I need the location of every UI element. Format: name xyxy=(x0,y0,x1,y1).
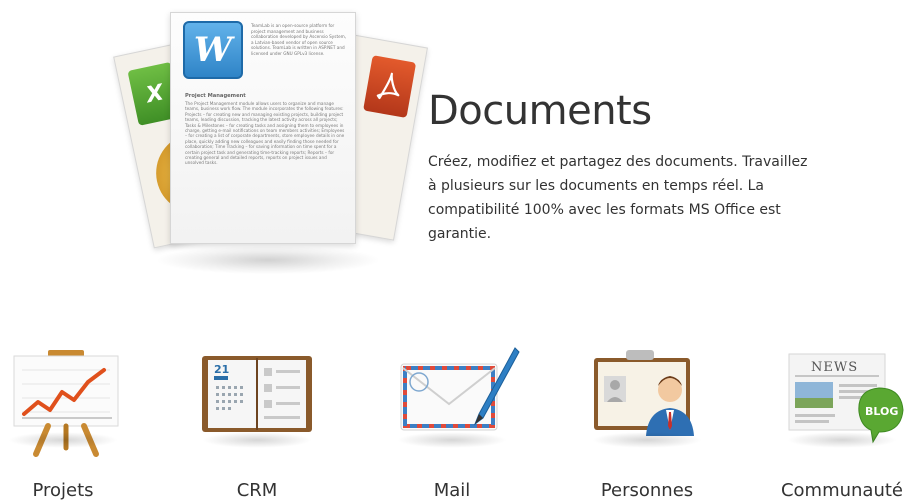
icon-shadow xyxy=(202,432,312,448)
pdf-glyph xyxy=(376,72,400,100)
feature-label-mail: Mail xyxy=(433,480,471,501)
document-intro-text: TeamLab is an open-source platform for p… xyxy=(251,23,347,56)
excel-badge-letter: X xyxy=(143,79,166,108)
document-section-heading: Project Management xyxy=(185,93,246,99)
presentation-chart-icon xyxy=(0,340,148,460)
feature-crm[interactable]: 21 CRM xyxy=(172,340,342,501)
calendar-day-number: 21 xyxy=(214,363,229,376)
feature-label-community: Communauté xyxy=(780,480,904,501)
feature-label-people: Personnes xyxy=(600,480,694,501)
feature-people[interactable]: Personnes xyxy=(562,340,732,501)
feature-projects[interactable]: Projets xyxy=(0,340,148,501)
envelope-pen-icon xyxy=(367,340,537,460)
word-icon: W xyxy=(183,21,243,79)
icon-shadow xyxy=(592,432,702,448)
feature-label-projects: Projets xyxy=(32,480,94,501)
blog-badge-text: BLOG xyxy=(865,405,898,418)
feature-mail[interactable]: Mail xyxy=(367,340,537,501)
person-card-icon xyxy=(562,340,732,460)
news-blog-icon: NEWS BLOG xyxy=(757,340,911,460)
document-section-body: The Project Management module allows use… xyxy=(185,101,345,166)
illustration-shadow xyxy=(158,246,378,274)
page-description: Créez, modifiez et partagez des document… xyxy=(428,154,808,242)
calendar-book-icon: 21 xyxy=(172,340,342,460)
icon-shadow xyxy=(8,432,118,448)
word-document-sheet: W TeamLab is an open-source platform for… xyxy=(170,12,356,244)
pdf-icon xyxy=(363,55,417,118)
feature-community[interactable]: NEWS BLOG Communauté xyxy=(757,340,911,501)
documents-illustration: X W TeamLab is an open-source platform f… xyxy=(110,8,428,278)
feature-label-crm: CRM xyxy=(236,480,278,501)
icon-shadow xyxy=(787,432,897,448)
news-headline: NEWS xyxy=(811,360,858,375)
word-badge-letter: W xyxy=(193,30,233,70)
page-title: Documents xyxy=(428,88,652,134)
icon-shadow xyxy=(397,432,507,448)
